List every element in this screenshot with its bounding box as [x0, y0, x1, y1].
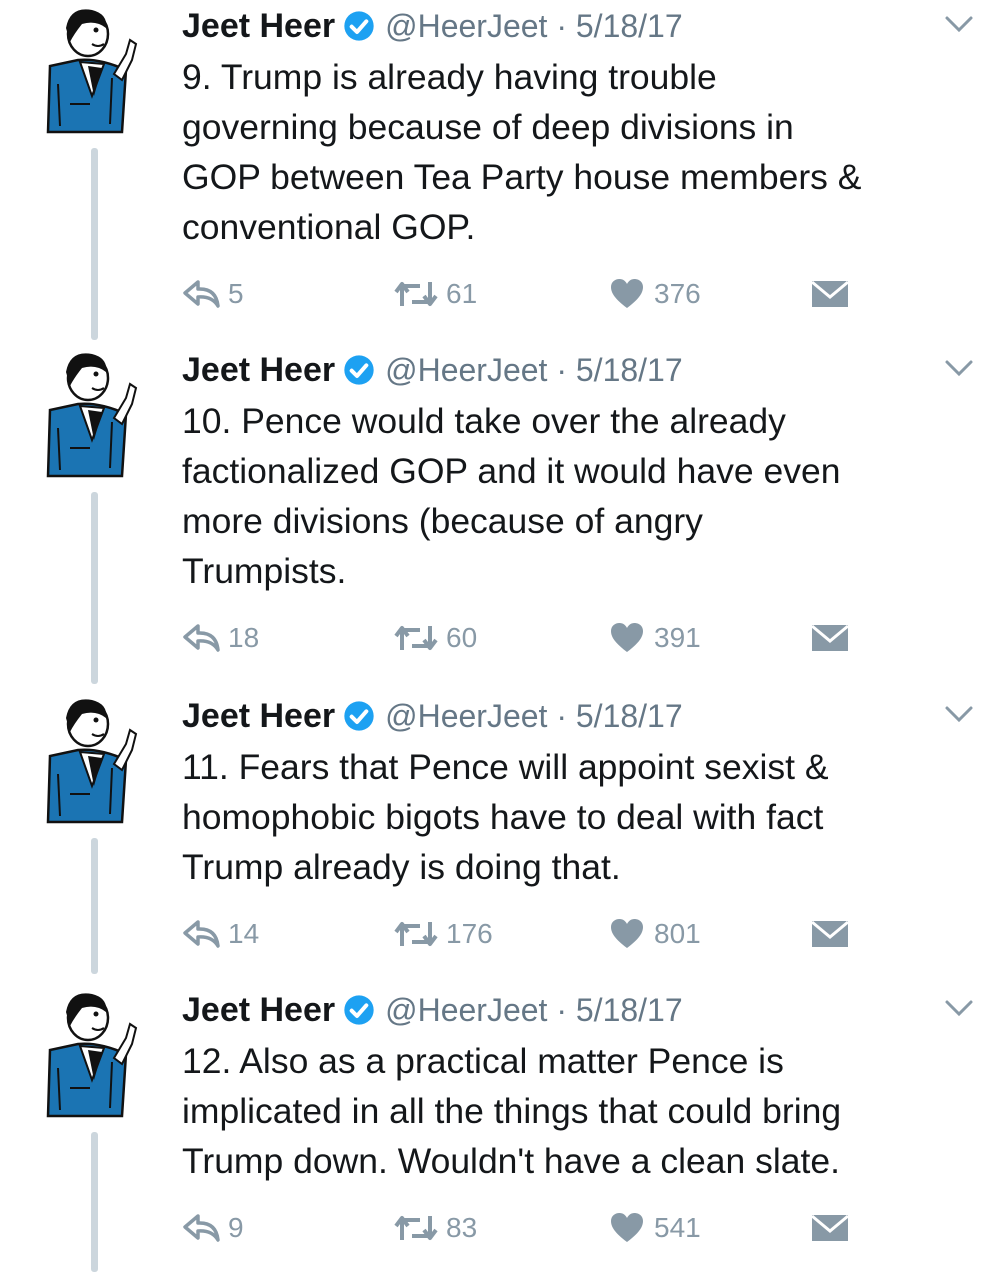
heart-icon — [611, 623, 643, 652]
handle-date[interactable]: @HeerJeet · 5/18/17 — [385, 992, 683, 1029]
avatar[interactable] — [30, 988, 140, 1128]
retweet-count: 83 — [446, 1212, 478, 1243]
retweet-button[interactable]: 61 — [392, 274, 477, 314]
retweet-count: 60 — [446, 622, 478, 653]
like-count: 541 — [654, 1212, 701, 1243]
reply-count: 5 — [228, 278, 244, 309]
tweet-text: 9. Trump is already having trouble gover… — [182, 57, 862, 247]
tweet-header: Jeet Heer @HeerJeet · 5/18/17 — [182, 4, 683, 48]
author-name[interactable]: Jeet Heer — [182, 351, 335, 390]
like-button[interactable]: 541 — [610, 1208, 701, 1248]
avatar[interactable] — [30, 348, 140, 488]
retweet-button[interactable]: 176 — [392, 914, 493, 954]
tweet-actions: 14 176 801 — [182, 914, 882, 954]
retweet-count: 176 — [446, 918, 493, 949]
tweet-header: Jeet Heer @HeerJeet · 5/18/17 — [182, 694, 683, 738]
like-count: 376 — [654, 278, 701, 309]
handle-date[interactable]: @HeerJeet · 5/18/17 — [385, 352, 683, 389]
verified-badge-icon — [344, 11, 374, 41]
envelope-icon — [811, 920, 849, 947]
verified-badge-icon — [344, 355, 374, 385]
heart-icon — [611, 919, 643, 948]
retweet-icon — [394, 282, 438, 306]
thread-line — [91, 492, 98, 684]
retweet-button[interactable]: 60 — [392, 618, 477, 658]
like-button[interactable]: 376 — [610, 274, 701, 314]
tweet-actions: 18 60 391 — [182, 618, 882, 658]
retweet-button[interactable]: 83 — [392, 1208, 477, 1248]
reply-icon — [183, 624, 220, 652]
heart-icon — [611, 1213, 643, 1242]
author-name[interactable]: Jeet Heer — [182, 7, 335, 46]
chevron-down-icon[interactable] — [944, 14, 974, 34]
tweet-text: 11. Fears that Pence will appoint sexist… — [182, 747, 829, 887]
thread-line — [91, 1132, 98, 1272]
tweet-text: 10. Pence would take over the already fa… — [182, 401, 841, 591]
envelope-icon — [811, 1214, 849, 1241]
envelope-icon — [811, 280, 849, 307]
like-button[interactable]: 391 — [610, 618, 701, 658]
reply-count: 9 — [228, 1212, 244, 1243]
reply-icon — [183, 1214, 220, 1242]
direct-message-button[interactable] — [810, 618, 850, 658]
verified-badge-icon — [344, 995, 374, 1025]
retweet-icon — [394, 626, 438, 650]
chevron-down-icon[interactable] — [944, 704, 974, 724]
tweet-actions: 5 61 376 — [182, 274, 882, 314]
retweet-icon — [394, 1216, 438, 1240]
chevron-down-icon[interactable] — [944, 998, 974, 1018]
like-count: 801 — [654, 918, 701, 949]
tweet-header: Jeet Heer @HeerJeet · 5/18/17 — [182, 988, 683, 1032]
handle-date[interactable]: @HeerJeet · 5/18/17 — [385, 8, 683, 45]
author-name[interactable]: Jeet Heer — [182, 697, 335, 736]
reply-icon — [183, 280, 220, 308]
reply-button[interactable]: 9 — [182, 1208, 244, 1248]
handle-date[interactable]: @HeerJeet · 5/18/17 — [385, 698, 683, 735]
reply-icon — [183, 920, 220, 948]
tweet-actions: 9 83 541 — [182, 1208, 882, 1248]
author-name[interactable]: Jeet Heer — [182, 991, 335, 1030]
retweet-icon — [394, 922, 438, 946]
tweet-header: Jeet Heer @HeerJeet · 5/18/17 — [182, 348, 683, 392]
reply-button[interactable]: 18 — [182, 618, 259, 658]
like-button[interactable]: 801 — [610, 914, 701, 954]
verified-badge-icon — [344, 701, 374, 731]
direct-message-button[interactable] — [810, 274, 850, 314]
thread-line — [91, 148, 98, 340]
like-count: 391 — [654, 622, 701, 653]
retweet-count: 61 — [446, 278, 478, 309]
reply-button[interactable]: 14 — [182, 914, 259, 954]
tweet-text: 12. Also as a practical matter Pence is … — [182, 1041, 842, 1181]
direct-message-button[interactable] — [810, 914, 850, 954]
thread-line — [91, 838, 98, 974]
avatar[interactable] — [30, 694, 140, 834]
chevron-down-icon[interactable] — [944, 358, 974, 378]
reply-button[interactable]: 5 — [182, 274, 244, 314]
heart-icon — [611, 279, 643, 308]
reply-count: 18 — [228, 622, 260, 653]
reply-count: 14 — [228, 918, 260, 949]
envelope-icon — [811, 624, 849, 651]
direct-message-button[interactable] — [810, 1208, 850, 1248]
avatar[interactable] — [30, 4, 140, 144]
